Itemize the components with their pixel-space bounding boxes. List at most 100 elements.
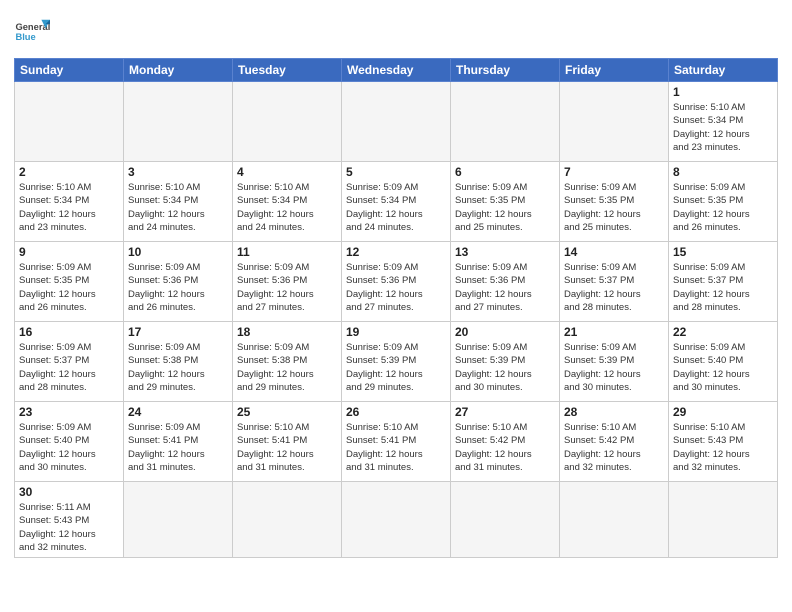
- calendar-header-friday: Friday: [560, 59, 669, 82]
- calendar-day-cell: [342, 482, 451, 558]
- day-info: Sunrise: 5:09 AM Sunset: 5:40 PM Dayligh…: [673, 341, 773, 394]
- day-info: Sunrise: 5:10 AM Sunset: 5:41 PM Dayligh…: [346, 421, 446, 474]
- day-info: Sunrise: 5:09 AM Sunset: 5:39 PM Dayligh…: [346, 341, 446, 394]
- day-info: Sunrise: 5:10 AM Sunset: 5:34 PM Dayligh…: [237, 181, 337, 234]
- day-info: Sunrise: 5:09 AM Sunset: 5:38 PM Dayligh…: [128, 341, 228, 394]
- calendar-day-cell: 27 Sunrise: 5:10 AM Sunset: 5:42 PM Dayli…: [451, 402, 560, 482]
- day-number: 6: [455, 165, 555, 179]
- calendar-day-cell: 9 Sunrise: 5:09 AM Sunset: 5:35 PM Daylig…: [15, 242, 124, 322]
- calendar-day-cell: 25 Sunrise: 5:10 AM Sunset: 5:41 PM Dayli…: [233, 402, 342, 482]
- day-info: Sunrise: 5:09 AM Sunset: 5:38 PM Dayligh…: [237, 341, 337, 394]
- day-number: 12: [346, 245, 446, 259]
- day-info: Sunrise: 5:09 AM Sunset: 5:34 PM Dayligh…: [346, 181, 446, 234]
- day-number: 17: [128, 325, 228, 339]
- calendar-header-tuesday: Tuesday: [233, 59, 342, 82]
- calendar-day-cell: 6 Sunrise: 5:09 AM Sunset: 5:35 PM Daylig…: [451, 162, 560, 242]
- day-info: Sunrise: 5:10 AM Sunset: 5:42 PM Dayligh…: [455, 421, 555, 474]
- calendar-day-cell: [342, 82, 451, 162]
- calendar-day-cell: 19Sunrise: 5:09 AM Sunset: 5:39 PM Dayli…: [342, 322, 451, 402]
- day-info: Sunrise: 5:09 AM Sunset: 5:35 PM Dayligh…: [673, 181, 773, 234]
- calendar-header-sunday: Sunday: [15, 59, 124, 82]
- day-number: 7: [564, 165, 664, 179]
- day-info: Sunrise: 5:09 AM Sunset: 5:40 PM Dayligh…: [19, 421, 119, 474]
- day-info: Sunrise: 5:10 AM Sunset: 5:41 PM Dayligh…: [237, 421, 337, 474]
- day-number: 2: [19, 165, 119, 179]
- day-number: 23: [19, 405, 119, 419]
- day-number: 9: [19, 245, 119, 259]
- day-number: 11: [237, 245, 337, 259]
- calendar-week-row: 16 Sunrise: 5:09 AM Sunset: 5:37 PM Dayli…: [15, 322, 778, 402]
- calendar-day-cell: 2 Sunrise: 5:10 AM Sunset: 5:34 PM Daylig…: [15, 162, 124, 242]
- day-number: 10: [128, 245, 228, 259]
- day-info: Sunrise: 5:09 AM Sunset: 5:37 PM Dayligh…: [673, 261, 773, 314]
- svg-text:Blue: Blue: [15, 32, 35, 42]
- calendar-day-cell: [124, 482, 233, 558]
- calendar-day-cell: 17 Sunrise: 5:09 AM Sunset: 5:38 PM Dayli…: [124, 322, 233, 402]
- calendar-day-cell: 1 Sunrise: 5:10 AM Sunset: 5:34 PM Daylig…: [669, 82, 778, 162]
- calendar-day-cell: 18 Sunrise: 5:09 AM Sunset: 5:38 PM Dayli…: [233, 322, 342, 402]
- day-number: 16: [19, 325, 119, 339]
- day-number: 13: [455, 245, 555, 259]
- day-info: Sunrise: 5:09 AM Sunset: 5:39 PM Dayligh…: [564, 341, 664, 394]
- calendar-day-cell: 7 Sunrise: 5:09 AM Sunset: 5:35 PM Daylig…: [560, 162, 669, 242]
- day-number: 25: [237, 405, 337, 419]
- calendar-day-cell: 4 Sunrise: 5:10 AM Sunset: 5:34 PM Daylig…: [233, 162, 342, 242]
- calendar-day-cell: 14 Sunrise: 5:09 AM Sunset: 5:37 PM Dayli…: [560, 242, 669, 322]
- calendar-day-cell: [233, 482, 342, 558]
- day-info: Sunrise: 5:09 AM Sunset: 5:35 PM Dayligh…: [19, 261, 119, 314]
- day-info: Sunrise: 5:09 AM Sunset: 5:37 PM Dayligh…: [19, 341, 119, 394]
- day-number: 29: [673, 405, 773, 419]
- day-number: 1: [673, 85, 773, 99]
- day-info: Sunrise: 5:09 AM Sunset: 5:36 PM Dayligh…: [455, 261, 555, 314]
- calendar-day-cell: [15, 82, 124, 162]
- calendar-day-cell: 12Sunrise: 5:09 AM Sunset: 5:36 PM Dayli…: [342, 242, 451, 322]
- day-info: Sunrise: 5:09 AM Sunset: 5:36 PM Dayligh…: [237, 261, 337, 314]
- day-number: 27: [455, 405, 555, 419]
- calendar-day-cell: 26Sunrise: 5:10 AM Sunset: 5:41 PM Dayli…: [342, 402, 451, 482]
- calendar-day-cell: 30Sunrise: 5:11 AM Sunset: 5:43 PM Dayli…: [15, 482, 124, 558]
- calendar-day-cell: [124, 82, 233, 162]
- calendar-day-cell: [560, 82, 669, 162]
- day-number: 28: [564, 405, 664, 419]
- general-blue-logo-icon: General Blue: [14, 14, 50, 50]
- calendar-header-thursday: Thursday: [451, 59, 560, 82]
- calendar-day-cell: [669, 482, 778, 558]
- calendar-day-cell: [233, 82, 342, 162]
- logo: General Blue: [14, 14, 50, 50]
- day-info: Sunrise: 5:10 AM Sunset: 5:34 PM Dayligh…: [673, 101, 773, 154]
- page: General Blue SundayMondayTuesdayWednesda…: [0, 0, 792, 612]
- day-number: 8: [673, 165, 773, 179]
- day-info: Sunrise: 5:09 AM Sunset: 5:37 PM Dayligh…: [564, 261, 664, 314]
- calendar-day-cell: 11 Sunrise: 5:09 AM Sunset: 5:36 PM Dayli…: [233, 242, 342, 322]
- calendar-week-row: 23 Sunrise: 5:09 AM Sunset: 5:40 PM Dayli…: [15, 402, 778, 482]
- day-number: 15: [673, 245, 773, 259]
- calendar-week-row: 1 Sunrise: 5:10 AM Sunset: 5:34 PM Daylig…: [15, 82, 778, 162]
- calendar-day-cell: 5Sunrise: 5:09 AM Sunset: 5:34 PM Daylig…: [342, 162, 451, 242]
- calendar-day-cell: 8 Sunrise: 5:09 AM Sunset: 5:35 PM Daylig…: [669, 162, 778, 242]
- day-number: 24: [128, 405, 228, 419]
- day-number: 18: [237, 325, 337, 339]
- calendar-day-cell: 10 Sunrise: 5:09 AM Sunset: 5:36 PM Dayli…: [124, 242, 233, 322]
- day-number: 14: [564, 245, 664, 259]
- calendar-header-monday: Monday: [124, 59, 233, 82]
- day-info: Sunrise: 5:10 AM Sunset: 5:34 PM Dayligh…: [19, 181, 119, 234]
- calendar-day-cell: 24 Sunrise: 5:09 AM Sunset: 5:41 PM Dayli…: [124, 402, 233, 482]
- day-info: Sunrise: 5:09 AM Sunset: 5:35 PM Dayligh…: [455, 181, 555, 234]
- calendar-day-cell: 20Sunrise: 5:09 AM Sunset: 5:39 PM Dayli…: [451, 322, 560, 402]
- calendar-day-cell: 21Sunrise: 5:09 AM Sunset: 5:39 PM Dayli…: [560, 322, 669, 402]
- day-info: Sunrise: 5:09 AM Sunset: 5:36 PM Dayligh…: [128, 261, 228, 314]
- calendar-day-cell: 13 Sunrise: 5:09 AM Sunset: 5:36 PM Dayli…: [451, 242, 560, 322]
- day-info: Sunrise: 5:10 AM Sunset: 5:34 PM Dayligh…: [128, 181, 228, 234]
- day-info: Sunrise: 5:09 AM Sunset: 5:35 PM Dayligh…: [564, 181, 664, 234]
- day-number: 4: [237, 165, 337, 179]
- calendar-day-cell: 16 Sunrise: 5:09 AM Sunset: 5:37 PM Dayli…: [15, 322, 124, 402]
- calendar-day-cell: 3 Sunrise: 5:10 AM Sunset: 5:34 PM Daylig…: [124, 162, 233, 242]
- day-info: Sunrise: 5:09 AM Sunset: 5:41 PM Dayligh…: [128, 421, 228, 474]
- calendar-day-cell: [451, 482, 560, 558]
- calendar-week-row: 9 Sunrise: 5:09 AM Sunset: 5:35 PM Daylig…: [15, 242, 778, 322]
- day-number: 3: [128, 165, 228, 179]
- calendar-week-row: 2 Sunrise: 5:10 AM Sunset: 5:34 PM Daylig…: [15, 162, 778, 242]
- day-info: Sunrise: 5:10 AM Sunset: 5:42 PM Dayligh…: [564, 421, 664, 474]
- calendar-day-cell: 22Sunrise: 5:09 AM Sunset: 5:40 PM Dayli…: [669, 322, 778, 402]
- day-info: Sunrise: 5:11 AM Sunset: 5:43 PM Dayligh…: [19, 501, 119, 554]
